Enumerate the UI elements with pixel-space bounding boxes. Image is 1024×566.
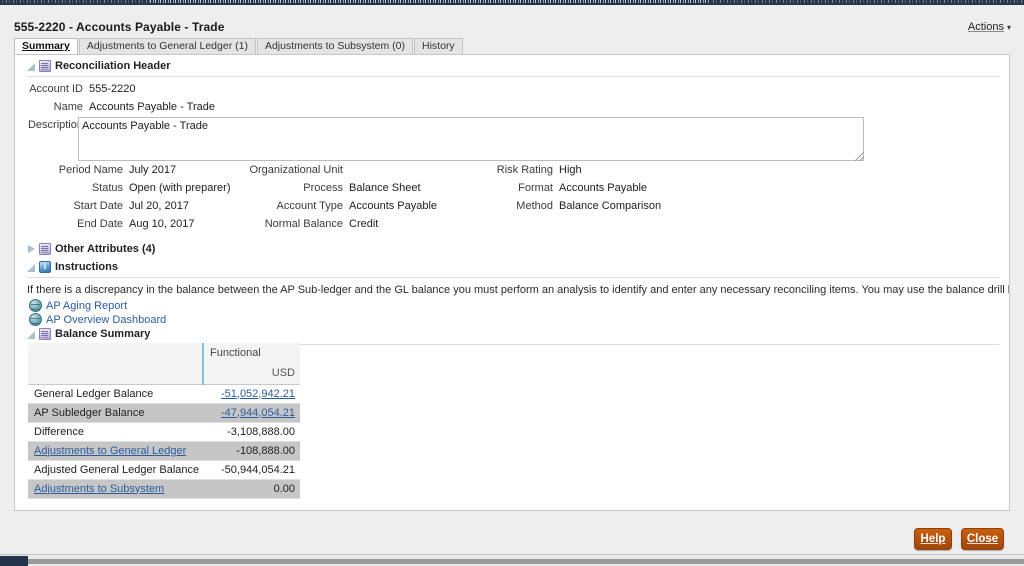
field-organizational-unit-label: Organizational Unit [249, 164, 343, 176]
disclosure-triangle-open-icon[interactable] [27, 62, 36, 71]
disclosure-triangle-open-icon[interactable] [27, 263, 36, 272]
table-header-empty-cell-2 [28, 363, 203, 385]
tab-bar: Summary Adjustments to General Ledger (1… [14, 38, 464, 54]
row-label-general-ledger-balance: General Ledger Balance [28, 384, 203, 404]
table-row: Difference -3,108,888.00 [28, 422, 300, 442]
field-account-id-value: 555-2220 [89, 83, 136, 95]
section-title-balance-summary: Balance Summary [55, 328, 151, 340]
row-label-adjustments-to-general-ledger[interactable]: Adjustments to General Ledger [28, 441, 203, 461]
document-icon [39, 60, 51, 72]
tab-summary[interactable]: Summary [14, 38, 78, 54]
actions-menu-button[interactable]: Actions ▾ [968, 21, 1011, 33]
section-title-reconciliation-header: Reconciliation Header [55, 60, 171, 72]
row-value-general-ledger-balance[interactable]: -51,052,942.21 [203, 384, 300, 404]
tab-adjustments-subsystem[interactable]: Adjustments to Subsystem (0) [256, 38, 414, 54]
row-label-ap-subledger-balance: AP Subledger Balance [28, 403, 203, 423]
scrollbar-thumb[interactable] [0, 556, 28, 566]
field-risk-rating-label: Risk Rating [496, 164, 553, 176]
field-start-date-label: Start Date [73, 200, 123, 212]
help-button-label: Help [920, 533, 946, 545]
tab-adjustments-general-ledger[interactable]: Adjustments to General Ledger (1) [78, 38, 256, 54]
table-header-functional: Functional [202, 343, 300, 363]
balance-summary-table: Functional USD General Ledger Balance -5… [28, 343, 300, 499]
section-header-other-attributes[interactable]: Other Attributes (4) [27, 242, 155, 256]
horizontal-scrollbar[interactable] [0, 554, 1024, 566]
section-title-instructions: Instructions [55, 261, 118, 273]
field-period-name-label: Period Name [58, 164, 123, 176]
disclosure-triangle-open-icon[interactable] [27, 330, 36, 339]
section-header-reconciliation-header[interactable]: Reconciliation Header [27, 59, 171, 73]
table-row: Adjustments to General Ledger -108,888.0… [28, 441, 300, 461]
field-method-value: Balance Comparison [559, 200, 662, 212]
field-normal-balance-value: Credit [349, 218, 379, 230]
row-label-adjustments-to-subsystem[interactable]: Adjustments to Subsystem [28, 479, 203, 499]
tab-adjustments-subsystem-label: Adjustments to Subsystem (0) [264, 40, 406, 52]
tab-history-label: History [422, 40, 455, 52]
field-account-type-label: Account Type [276, 200, 343, 212]
chevron-down-icon: ▾ [1006, 23, 1011, 32]
chrome-tab-band [150, 0, 710, 3]
row-label-difference: Difference [28, 422, 203, 442]
close-button[interactable]: Close [961, 528, 1004, 550]
section-divider-reconciliation [27, 76, 999, 77]
table-row: General Ledger Balance -51,052,942.21 [28, 384, 300, 404]
globe-icon [29, 313, 42, 326]
disclosure-triangle-closed-icon[interactable] [27, 244, 36, 254]
row-value-difference: -3,108,888.00 [203, 422, 300, 442]
tab-adjustments-general-ledger-label: Adjustments to General Ledger (1) [86, 40, 248, 52]
table-row: Adjusted General Ledger Balance -50,944,… [28, 460, 300, 480]
adjustments-to-subsystem-link[interactable]: Adjustments to Subsystem [34, 483, 164, 495]
field-risk-rating-value: High [559, 164, 582, 176]
ap-subledger-balance-link[interactable]: -47,944,054.21 [221, 407, 295, 419]
app-root: 555-2220 - Accounts Payable - Trade Acti… [0, 0, 1024, 566]
field-name-value: Accounts Payable - Trade [89, 101, 215, 113]
content-panel: Reconciliation Header Account ID 555-222… [14, 54, 1010, 511]
table-header-empty-cell [28, 343, 203, 363]
link-ap-aging-report[interactable]: AP Aging Report [29, 299, 127, 312]
field-process-label: Process [303, 182, 343, 194]
field-format-label: Format [518, 182, 553, 194]
close-button-label: Close [966, 533, 999, 545]
general-ledger-balance-link[interactable]: -51,052,942.21 [221, 388, 295, 400]
document-icon [39, 328, 51, 340]
help-button[interactable]: Help [914, 528, 952, 550]
link-ap-overview-dashboard[interactable]: AP Overview Dashboard [29, 313, 166, 326]
field-status-label: Status [91, 182, 123, 194]
scrollbar-track[interactable] [28, 559, 1024, 564]
row-value-adjustments-to-subsystem: 0.00 [203, 479, 300, 499]
link-ap-overview-dashboard-label: AP Overview Dashboard [46, 313, 167, 326]
tab-history[interactable]: History [414, 38, 463, 54]
field-description-label: Description [27, 119, 83, 131]
row-label-adjusted-general-ledger-balance: Adjusted General Ledger Balance [28, 460, 203, 480]
link-ap-aging-report-label: AP Aging Report [46, 299, 128, 312]
globe-icon [29, 299, 42, 312]
instructions-text: If there is a discrepancy in the balance… [27, 284, 1010, 296]
field-process-value: Balance Sheet [349, 182, 421, 194]
field-name-label: Name [53, 101, 83, 113]
section-title-other-attributes: Other Attributes (4) [55, 243, 156, 255]
section-divider-instructions [27, 277, 999, 278]
row-value-adjustments-to-general-ledger: -108,888.00 [203, 441, 300, 461]
tab-summary-label: Summary [22, 40, 70, 52]
row-value-adjusted-general-ledger-balance: -50,944,054.21 [203, 460, 300, 480]
section-header-instructions[interactable]: Instructions [27, 260, 118, 274]
description-textarea[interactable] [78, 117, 864, 161]
table-header-row-currency-code: USD [28, 363, 300, 385]
table-row: Adjustments to Subsystem 0.00 [28, 479, 300, 499]
field-normal-balance-label: Normal Balance [264, 218, 343, 230]
table-header-currency: USD [202, 363, 300, 385]
table-header-row-currency-type: Functional [28, 343, 300, 363]
actions-menu-label: Actions [967, 21, 1004, 33]
section-header-balance-summary[interactable]: Balance Summary [27, 327, 150, 341]
field-format-value: Accounts Payable [559, 182, 648, 194]
row-value-ap-subledger-balance[interactable]: -47,944,054.21 [203, 403, 300, 423]
document-icon [39, 243, 51, 255]
info-icon [39, 261, 51, 273]
field-method-label: Method [516, 200, 553, 212]
adjustments-to-general-ledger-link[interactable]: Adjustments to General Ledger [34, 445, 186, 457]
page-title: 555-2220 - Accounts Payable - Trade [14, 20, 225, 34]
field-account-id-label: Account ID [29, 83, 83, 95]
table-row: AP Subledger Balance -47,944,054.21 [28, 403, 300, 423]
field-end-date-label: End Date [77, 218, 123, 230]
